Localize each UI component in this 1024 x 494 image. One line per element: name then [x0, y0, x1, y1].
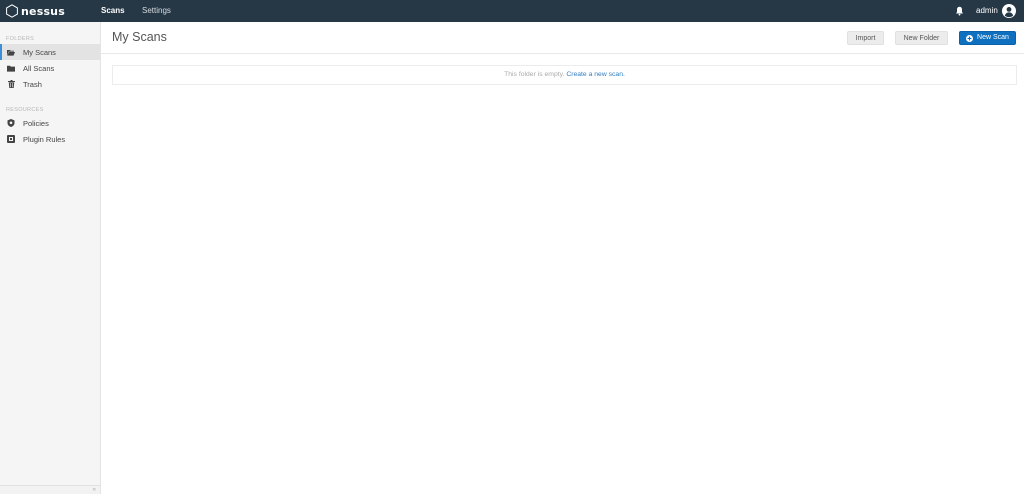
- empty-folder-text: This folder is empty.: [504, 71, 565, 78]
- new-scan-label: New Scan: [977, 34, 1009, 41]
- sidebar-item-label: Plugin Rules: [23, 134, 66, 144]
- tab-scans[interactable]: Scans: [101, 0, 125, 22]
- empty-folder-message: This folder is empty. Create a new scan.: [112, 65, 1017, 85]
- collapse-sidebar-icon[interactable]: «: [93, 486, 96, 494]
- folder-open-icon: [7, 48, 15, 56]
- sidebar-item-all-scans[interactable]: All Scans: [0, 60, 100, 76]
- nessus-logo-icon: [6, 4, 18, 18]
- policy-icon: [7, 119, 15, 127]
- page-title: My Scans: [112, 30, 167, 44]
- sidebar-item-label: All Scans: [23, 63, 55, 73]
- plus-circle-icon: [966, 34, 974, 42]
- trash-icon: [7, 80, 15, 88]
- sidebar-item-policies[interactable]: Policies: [0, 115, 100, 131]
- folder-icon: [7, 64, 15, 72]
- nessus-logo[interactable]: nessus: [5, 2, 65, 20]
- create-new-scan-link[interactable]: Create a new scan.: [566, 71, 625, 78]
- sidebar-item-label: Policies: [23, 118, 49, 128]
- sidebar-item-trash[interactable]: Trash: [0, 76, 100, 92]
- notifications-bell-icon[interactable]: [955, 6, 964, 16]
- sidebar-item-label: Trash: [23, 79, 42, 89]
- resources-section-label: RESOURCES: [6, 107, 44, 113]
- page-header: My Scans Import New Folder New Scan: [101, 22, 1024, 54]
- main-content: My Scans Import New Folder New Scan This…: [101, 22, 1024, 494]
- folders-section-label: FOLDERS: [6, 36, 35, 42]
- logo-text: nessus: [21, 4, 65, 18]
- plugin-rules-icon: [7, 135, 15, 143]
- new-scan-button[interactable]: New Scan: [959, 31, 1016, 45]
- sidebar-item-label: My Scans: [23, 47, 56, 57]
- sidebar-item-my-scans[interactable]: My Scans: [0, 44, 100, 60]
- sidebar-item-plugin-rules[interactable]: Plugin Rules: [0, 131, 100, 147]
- new-folder-button[interactable]: New Folder: [895, 31, 948, 45]
- top-navigation-bar: nessus Scans Settings admin: [0, 0, 1024, 22]
- tab-settings[interactable]: Settings: [142, 0, 171, 22]
- user-name[interactable]: admin: [976, 0, 998, 22]
- user-avatar-icon[interactable]: [1002, 4, 1016, 18]
- import-button[interactable]: Import: [847, 31, 884, 45]
- sidebar-footer: «: [0, 485, 100, 494]
- sidebar: FOLDERS My Scans All Scans Trash RESOURC…: [0, 22, 101, 494]
